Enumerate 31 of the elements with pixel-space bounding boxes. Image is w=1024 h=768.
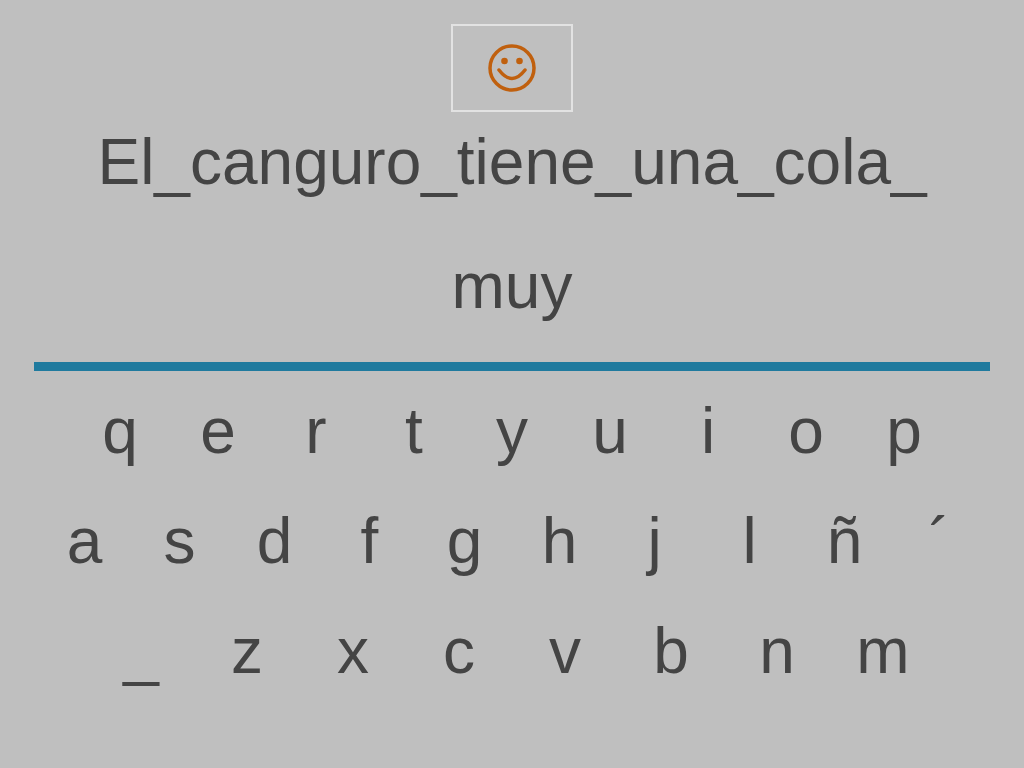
- smiley-icon: [487, 43, 537, 93]
- letter-key[interactable]: i: [678, 393, 738, 469]
- letter-key[interactable]: g: [434, 503, 495, 579]
- letter-key[interactable]: c: [429, 613, 489, 689]
- letter-key[interactable]: s: [149, 503, 210, 579]
- letter-key[interactable]: n: [747, 613, 807, 689]
- letter-key[interactable]: ñ: [814, 503, 875, 579]
- letter-key[interactable]: p: [874, 393, 934, 469]
- letter-key[interactable]: a: [54, 503, 115, 579]
- letter-key[interactable]: _: [111, 613, 171, 689]
- sentence-text: El_canguro_tiene_una_cola_: [97, 125, 927, 200]
- letter-key[interactable]: o: [776, 393, 836, 469]
- letter-key[interactable]: t: [384, 393, 444, 469]
- letter-key[interactable]: ´: [909, 503, 970, 579]
- letter-key[interactable]: l: [719, 503, 780, 579]
- letter-key[interactable]: e: [188, 393, 248, 469]
- letter-key[interactable]: x: [323, 613, 383, 689]
- letter-key[interactable]: f: [339, 503, 400, 579]
- smiley-button[interactable]: [451, 24, 573, 112]
- letter-key[interactable]: d: [244, 503, 305, 579]
- letter-key[interactable]: v: [535, 613, 595, 689]
- sentence-text: muy: [451, 249, 573, 324]
- letter-key[interactable]: j: [624, 503, 685, 579]
- letter-key[interactable]: b: [641, 613, 701, 689]
- letter-key[interactable]: q: [90, 393, 150, 469]
- letter-key[interactable]: y: [482, 393, 542, 469]
- letter-key[interactable]: r: [286, 393, 346, 469]
- letter-key[interactable]: u: [580, 393, 640, 469]
- letter-key[interactable]: m: [853, 613, 913, 689]
- letter-key[interactable]: z: [217, 613, 277, 689]
- letter-key[interactable]: h: [529, 503, 590, 579]
